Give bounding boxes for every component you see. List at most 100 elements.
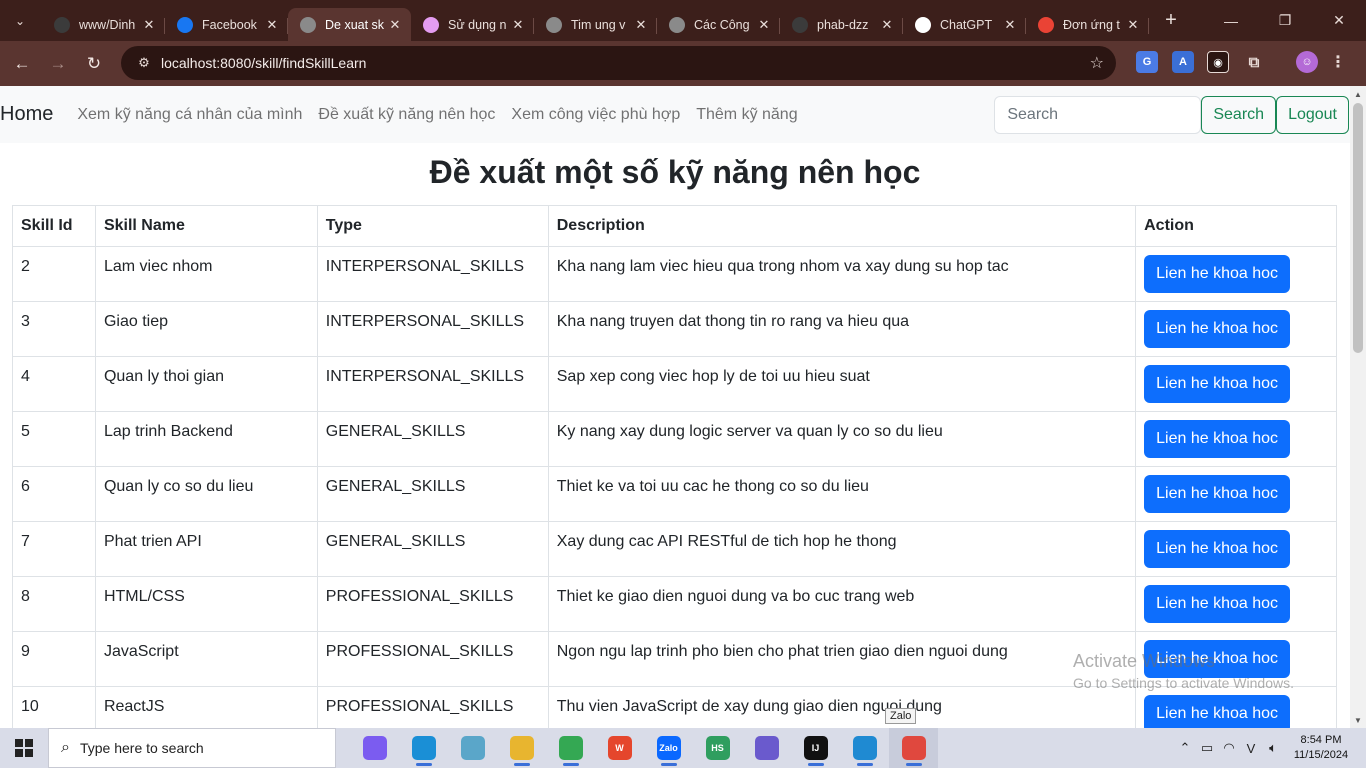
new-tab-button[interactable]: +: [1157, 7, 1185, 35]
taskbar-app[interactable]: [546, 728, 595, 768]
site-info-icon[interactable]: ⚙: [129, 55, 159, 71]
contact-course-button[interactable]: Lien he khoa hoc: [1144, 640, 1290, 678]
logout-button[interactable]: Logout: [1276, 96, 1349, 134]
browser-menu-icon[interactable]: ⋮: [1327, 51, 1349, 73]
taskbar-app[interactable]: [889, 728, 938, 768]
profile-avatar[interactable]: ☺: [1296, 51, 1318, 73]
tab-search-button[interactable]: ⌄: [6, 7, 34, 35]
cell-type: GENERAL_SKILLS: [316, 411, 549, 467]
contact-course-button[interactable]: Lien he khoa hoc: [1144, 475, 1290, 513]
contact-course-button[interactable]: Lien he khoa hoc: [1144, 255, 1290, 293]
nav-link-personal-skills[interactable]: Xem kỹ năng cá nhân của mình: [77, 106, 302, 124]
cell-skill-name: Lam viec nhom: [94, 246, 318, 302]
running-indicator: [661, 763, 677, 766]
cell-action: Lien he khoa hoc: [1135, 521, 1337, 577]
taskbar-clock[interactable]: 8:54 PM 11/15/2024: [1290, 733, 1352, 763]
contact-course-button[interactable]: Lien he khoa hoc: [1144, 585, 1290, 623]
show-desktop-button[interactable]: [1352, 728, 1366, 768]
address-bar[interactable]: ⚙ localhost:8080/skill/findSkillLearn ☆: [121, 46, 1116, 80]
bookmark-star-icon[interactable]: ☆: [1090, 53, 1104, 73]
browser-tab[interactable]: www/Dinh ✕: [42, 8, 165, 41]
translate-extension-icon[interactable]: A: [1172, 51, 1194, 73]
browser-tab[interactable]: Đơn ứng t ✕: [1026, 8, 1149, 41]
cell-description: Thiet ke giao dien nguoi dung va bo cuc …: [547, 576, 1137, 632]
back-button[interactable]: ←: [4, 46, 40, 82]
taskbar-app[interactable]: [742, 728, 791, 768]
minimize-button[interactable]: —: [1204, 0, 1258, 41]
taskbar-app[interactable]: [399, 728, 448, 768]
tab-title: phab-dzz: [817, 17, 869, 32]
start-button[interactable]: [0, 728, 48, 768]
page-scrollbar[interactable]: ▲ ▼: [1350, 86, 1366, 728]
table-row: 8 HTML/CSS PROFESSIONAL_SKILLS Thiet ke gia…: [12, 576, 1337, 632]
cell-action: Lien he khoa hoc: [1135, 631, 1337, 687]
scroll-up-arrow-icon[interactable]: ▲: [1350, 86, 1366, 102]
contact-course-button[interactable]: Lien he khoa hoc: [1144, 420, 1290, 458]
browser-tab[interactable]: Facebook ✕: [165, 8, 288, 41]
running-indicator: [906, 763, 922, 766]
wifi-icon[interactable]: ◠: [1218, 740, 1240, 756]
forward-button[interactable]: →: [40, 46, 76, 82]
tab-close-icon[interactable]: ✕: [1125, 17, 1141, 33]
nav-brand-home[interactable]: Home: [0, 103, 53, 126]
extension-icon[interactable]: ◉: [1207, 51, 1229, 73]
volume-icon[interactable]: 🔈︎: [1262, 740, 1284, 756]
search-input[interactable]: Search: [994, 96, 1202, 134]
cell-type: GENERAL_SKILLS: [316, 521, 549, 577]
tab-close-icon[interactable]: ✕: [510, 17, 526, 33]
cell-description: Thu vien JavaScript de xay dung giao die…: [547, 686, 1137, 728]
tab-favicon-icon: [423, 16, 439, 33]
taskbar-app[interactable]: Zalo: [644, 728, 693, 768]
contact-course-button[interactable]: Lien he khoa hoc: [1144, 530, 1290, 568]
tab-favicon-icon: [54, 16, 70, 33]
search-button[interactable]: Search: [1201, 96, 1277, 134]
photos-icon: [754, 736, 779, 760]
cell-type: INTERPERSONAL_SKILLS: [316, 301, 549, 357]
taskbar-search-box[interactable]: ⌕ Type here to search: [48, 728, 336, 768]
taskbar-app[interactable]: W: [595, 728, 644, 768]
chevron-up-icon[interactable]: ⌃: [1174, 740, 1196, 756]
taskbar-app[interactable]: HS: [693, 728, 742, 768]
close-window-button[interactable]: ✕: [1312, 0, 1366, 41]
cell-description: Sap xep cong viec hop ly de toi uu hieu …: [547, 356, 1137, 412]
cell-action: Lien he khoa hoc: [1135, 576, 1337, 632]
taskbar-app[interactable]: [448, 728, 497, 768]
table-row: 3 Giao tiep INTERPERSONAL_SKILLS Kha nang t…: [12, 301, 1337, 357]
restore-button[interactable]: ❐: [1258, 0, 1312, 41]
tab-close-icon[interactable]: ✕: [387, 17, 403, 33]
tab-close-icon[interactable]: ✕: [141, 17, 157, 33]
nav-link-matching-jobs[interactable]: Xem công việc phù hợp: [511, 106, 680, 124]
browser-tab[interactable]: phab-dzz ✕: [780, 8, 903, 41]
extensions-puzzle-icon[interactable]: ⧉: [1243, 51, 1265, 73]
tab-favicon-icon: [915, 16, 931, 33]
tab-close-icon[interactable]: ✕: [633, 17, 649, 33]
taskbar-app[interactable]: IJ: [791, 728, 840, 768]
browser-tab[interactable]: De xuat sk ✕: [288, 8, 411, 41]
taskbar-app[interactable]: [497, 728, 546, 768]
ime-icon[interactable]: V: [1240, 741, 1262, 756]
google-translate-icon[interactable]: G: [1136, 51, 1158, 73]
tab-close-icon[interactable]: ✕: [1002, 17, 1018, 33]
nav-link-add-skill[interactable]: Thêm kỹ năng: [696, 106, 797, 124]
tab-close-icon[interactable]: ✕: [264, 17, 280, 33]
table-row: 6 Quan ly co so du lieu GENERAL_SKILLS Thie…: [12, 466, 1337, 522]
browser-tab[interactable]: Tim ung v ✕: [534, 8, 657, 41]
browser-tab[interactable]: Các Công ✕: [657, 8, 780, 41]
cell-skill-id: 7: [12, 521, 96, 577]
tab-close-icon[interactable]: ✕: [756, 17, 772, 33]
reload-button[interactable]: ↻: [76, 46, 112, 82]
tab-close-icon[interactable]: ✕: [879, 17, 895, 33]
tab-favicon-icon: [669, 16, 685, 33]
scroll-down-arrow-icon[interactable]: ▼: [1350, 712, 1366, 728]
browser-tab[interactable]: ChatGPT ✕: [903, 8, 1026, 41]
scroll-thumb[interactable]: [1353, 103, 1363, 353]
battery-icon[interactable]: ▭: [1196, 740, 1218, 756]
tab-title: ChatGPT: [940, 17, 993, 32]
taskbar-app[interactable]: [350, 728, 399, 768]
contact-course-button[interactable]: Lien he khoa hoc: [1144, 365, 1290, 403]
nav-link-suggested-skills[interactable]: Đề xuất kỹ năng nên học: [318, 106, 495, 124]
browser-tab[interactable]: Sử dụng n ✕: [411, 8, 534, 41]
contact-course-button[interactable]: Lien he khoa hoc: [1144, 695, 1290, 728]
taskbar-app[interactable]: [840, 728, 889, 768]
contact-course-button[interactable]: Lien he khoa hoc: [1144, 310, 1290, 348]
